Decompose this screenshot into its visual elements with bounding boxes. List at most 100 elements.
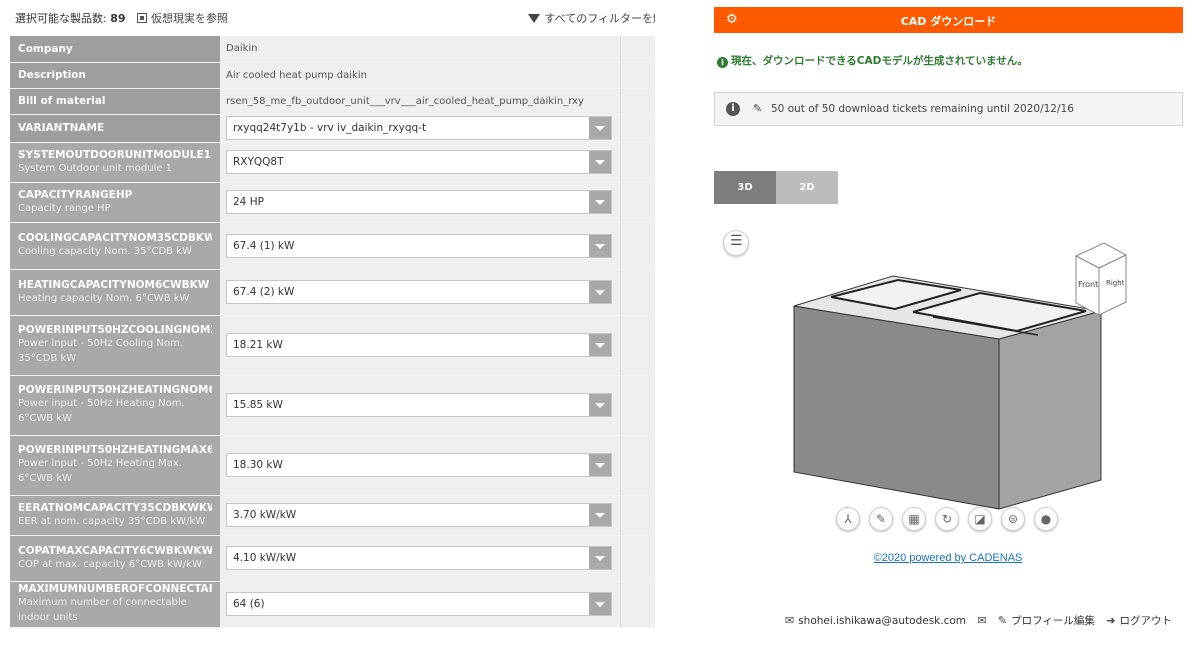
property-row: POWERINPUT50HZHEATINGMAX6CWBK Power input… xyxy=(10,435,655,496)
filter-toolbar: 選択可能な製品数: 89 仮想現実を参照 すべてのフィルターを解除 xyxy=(10,0,655,36)
property-value-cell: 18.30 kW xyxy=(220,435,620,496)
property-select-value: 24 HP xyxy=(233,196,264,208)
view-toolbar: ⅄ ✎ ▦ ↻ ◪ ⊜ ● xyxy=(836,507,1066,535)
filter-clear-icon xyxy=(528,14,541,23)
property-label-cell: VARIANTNAME xyxy=(10,114,220,143)
cad-status-message: i 現在、ダウンロードできるCADモデルが生成されていません。 xyxy=(717,53,1028,68)
chevron-down-icon[interactable] xyxy=(588,151,611,173)
logout-icon: ➜ xyxy=(1106,614,1116,627)
menu-icon[interactable] xyxy=(723,230,749,256)
property-row: HEATINGCAPACITYNOM6CWBKW Heating capacity… xyxy=(10,269,655,316)
axes-icon[interactable]: ⅄ xyxy=(836,507,860,531)
profile-edit-link[interactable]: プロフィール編集 xyxy=(1011,615,1095,627)
property-description: Power input - 50Hz Heating Max. 6°CWB kW xyxy=(18,458,182,484)
rotate-icon[interactable]: ↻ xyxy=(935,507,959,531)
wireframe-icon[interactable]: ◪ xyxy=(968,507,992,531)
chevron-down-icon[interactable] xyxy=(588,281,611,303)
logout-link[interactable]: ログアウト xyxy=(1120,615,1173,627)
property-value-cell: rsen_58_me_fb_outdoor_unit___vrv___air_c… xyxy=(220,88,620,115)
chevron-down-icon[interactable] xyxy=(588,454,611,476)
chevron-down-icon[interactable] xyxy=(588,394,611,416)
viewcube-front-label: Front xyxy=(1078,280,1098,289)
vr-icon xyxy=(137,13,147,23)
property-name: COOLINGCAPACITYNOM35CDBKW xyxy=(18,232,212,244)
powered-by-link[interactable]: ©2020 powered by CADENAS xyxy=(713,552,1183,564)
property-name: EERATNOMCAPACITY35CDBKWKW xyxy=(18,501,212,514)
chevron-down-icon[interactable] xyxy=(588,504,611,526)
property-value-cell: 67.4 (2) kW xyxy=(220,269,620,316)
clear-filters-button[interactable]: すべてのフィルターを解除 xyxy=(528,10,655,26)
cylinder-solid-icon[interactable]: ● xyxy=(1034,507,1058,531)
chevron-down-icon[interactable] xyxy=(588,191,611,213)
chevron-down-icon[interactable] xyxy=(588,334,611,356)
property-label-cell: HEATINGCAPACITYNOM6CWBKW Heating capacity… xyxy=(10,269,220,316)
property-row: Bill of material rsen_58_me_fb_outdoor_un… xyxy=(10,88,655,115)
property-description: Heating capacity Nom. 6°CWB kW xyxy=(18,292,190,304)
property-select[interactable]: rxyqq24t7y1b - vrv iv_daikin_rxyqq-t xyxy=(226,116,612,140)
chevron-down-icon[interactable] xyxy=(588,547,611,569)
property-select[interactable]: 64 (6) xyxy=(226,592,612,616)
property-name: VARIANTNAME xyxy=(18,122,105,134)
cad-download-header[interactable]: ⚙ CAD ダウンロード xyxy=(714,7,1183,33)
property-label-cell: MAXIMUMNUMBEROFCONNECTABLEINI Maximum num… xyxy=(10,581,220,628)
property-select-value: 67.4 (2) kW xyxy=(233,286,295,298)
property-label-cell: POWERINPUT50HZCOOLINGNOM35CDB Power input… xyxy=(10,315,220,376)
property-name: POWERINPUT50HZHEATINGMAX6CWBK xyxy=(18,444,212,456)
property-label-cell: Description xyxy=(10,62,220,89)
property-extra-cell xyxy=(619,182,655,223)
property-select-value: 18.30 kW xyxy=(233,459,283,471)
shaded-icon[interactable]: ▦ xyxy=(902,507,926,531)
user-footer: ✉ shohei.ishikawa@autodesk.com ✉ ✎ プロフィール編… xyxy=(777,613,1172,628)
property-name: POWERINPUT50HZCOOLINGNOM35CDB xyxy=(18,324,212,336)
info-icon: i xyxy=(717,57,728,68)
product-count-value: 89 xyxy=(110,12,126,25)
property-select[interactable]: RXYQQ8T xyxy=(226,150,612,174)
property-select[interactable]: 67.4 (2) kW xyxy=(226,280,612,304)
property-name: COPATMAXCAPACITY6CWBKWKW xyxy=(18,544,212,557)
3d-viewer[interactable]: Front Right xyxy=(783,235,1183,525)
property-value-cell: 24 HP xyxy=(220,182,620,223)
property-select[interactable]: 18.21 kW xyxy=(226,333,612,357)
property-value-cell: 18.21 kW xyxy=(220,315,620,376)
property-description: Cooling capacity Nom. 35°CDB kW xyxy=(18,246,192,257)
property-select[interactable]: 4.10 kW/kW xyxy=(226,546,612,570)
tab-2d[interactable]: 2D xyxy=(776,171,838,204)
property-extra-cell xyxy=(619,581,655,628)
property-select[interactable]: 3.70 kW/kW xyxy=(226,503,612,527)
cylinder-outline-icon[interactable]: ⊜ xyxy=(1001,507,1025,531)
property-value-cell: 67.4 (1) kW xyxy=(220,222,620,270)
property-label-cell: POWERINPUT50HZHEATINGNOM6CWBK Power input… xyxy=(10,375,220,436)
tickets-text: 50 out of 50 download tickets remaining … xyxy=(771,103,1074,115)
chevron-down-icon[interactable] xyxy=(588,593,611,615)
tab-3d[interactable]: 3D xyxy=(714,171,776,204)
property-name: MAXIMUMNUMBEROFCONNECTABLEINI xyxy=(18,583,212,595)
property-select[interactable]: 24 HP xyxy=(226,190,612,214)
cad-download-title: CAD ダウンロード xyxy=(900,15,997,28)
property-row: POWERINPUT50HZHEATINGNOM6CWBK Power input… xyxy=(10,375,655,436)
property-select[interactable]: 15.85 kW xyxy=(226,393,612,417)
cad-panel: ⚙ CAD ダウンロード i 現在、ダウンロードできるCADモデルが生成されていま… xyxy=(713,0,1200,656)
property-row: MAXIMUMNUMBEROFCONNECTABLEINI Maximum num… xyxy=(10,581,655,628)
vr-link[interactable]: 仮想現実を参照 xyxy=(137,10,228,26)
chevron-down-icon[interactable] xyxy=(588,234,611,257)
property-extra-cell xyxy=(619,142,655,183)
property-extra-cell xyxy=(619,435,655,496)
property-row: POWERINPUT50HZCOOLINGNOM35CDB Power input… xyxy=(10,315,655,376)
property-select[interactable]: 18.30 kW xyxy=(226,453,612,477)
property-label-cell: POWERINPUT50HZHEATINGMAX6CWBK Power input… xyxy=(10,435,220,496)
property-value-cell: 3.70 kW/kW xyxy=(220,495,620,536)
property-select-value: 4.10 kW/kW xyxy=(233,552,297,564)
download-tickets-box: i ✎ 50 out of 50 download tickets remain… xyxy=(714,92,1183,126)
property-select-value: 18.21 kW xyxy=(233,339,283,351)
property-row: SYSTEMOUTDOORUNITMODULE1 System Outdoor u… xyxy=(10,142,655,183)
envelope-icon[interactable]: ✉ xyxy=(977,614,986,627)
mail-icon: ✉ xyxy=(784,614,795,627)
user-email[interactable]: shohei.ishikawa@autodesk.com xyxy=(798,615,966,627)
chevron-down-icon[interactable] xyxy=(588,117,611,139)
section-icon[interactable]: ✎ xyxy=(869,507,893,531)
property-extra-cell xyxy=(619,36,655,63)
configurator-panel: 選択可能な製品数: 89 仮想現実を参照 すべてのフィルターを解除 Compan… xyxy=(10,0,655,656)
property-select[interactable]: 67.4 (1) kW xyxy=(226,233,612,258)
property-extra-cell xyxy=(619,114,655,143)
property-row: COOLINGCAPACITYNOM35CDBKW Cooling capacit… xyxy=(10,222,655,270)
